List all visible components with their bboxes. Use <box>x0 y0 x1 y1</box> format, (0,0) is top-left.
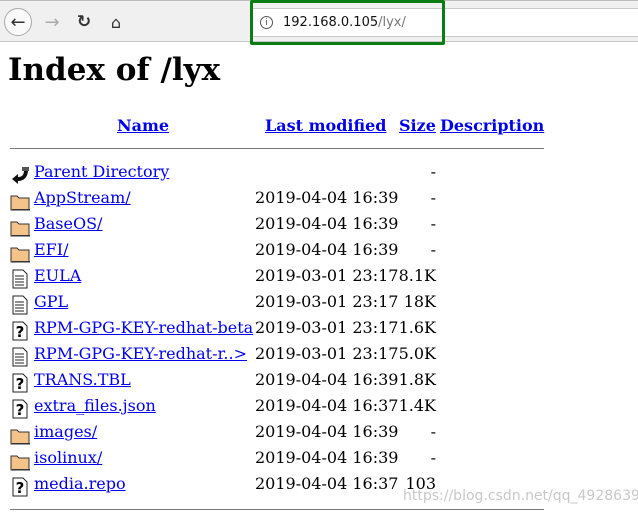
table-row: isolinux/ 2019-04-04 16:39 - <box>0 448 638 472</box>
url-path: /lyx/ <box>378 15 406 30</box>
table-row: GPL 2019-03-01 23:17 18K <box>0 292 638 316</box>
svg-text:?: ? <box>16 375 25 393</box>
address-bar[interactable]: i 192.168.0.105/lyx/ <box>252 8 638 37</box>
table-row: ? RPM-GPG-KEY-redhat-beta 2019-03-01 23:… <box>0 318 638 342</box>
last-modified: 2019-04-04 16:37 <box>255 396 399 415</box>
file-link[interactable]: BaseOS/ <box>34 214 102 233</box>
reload-button[interactable]: ↻ <box>70 8 98 36</box>
file-size: 18K <box>403 292 436 311</box>
file-link[interactable]: TRANS.TBL <box>34 370 131 389</box>
last-modified: 2019-04-04 16:39 <box>255 422 399 441</box>
url-host: 192.168.0.105 <box>283 15 379 30</box>
last-modified: 2019-04-04 16:39 <box>255 188 399 207</box>
unknown-icon: ? <box>10 373 30 393</box>
unknown-icon: ? <box>10 477 30 497</box>
file-link[interactable]: isolinux/ <box>34 448 102 467</box>
file-link[interactable]: EFI/ <box>34 240 69 259</box>
file-link[interactable]: EULA <box>34 266 81 285</box>
info-icon[interactable]: i <box>260 16 273 29</box>
file-link[interactable]: RPM-GPG-KEY-redhat-r..> <box>34 344 247 363</box>
divider <box>10 509 544 510</box>
file-link[interactable]: images/ <box>34 422 97 441</box>
sort-by-description[interactable]: Description <box>440 116 544 135</box>
file-size: - <box>430 162 436 181</box>
file-link[interactable]: extra_files.json <box>34 396 156 415</box>
file-link[interactable]: RPM-GPG-KEY-redhat-beta <box>34 318 253 337</box>
table-row: RPM-GPG-KEY-redhat-r..> 2019-03-01 23:17… <box>0 344 638 368</box>
file-size: 8.1K <box>398 266 436 285</box>
unknown-icon: ? <box>10 321 30 341</box>
last-modified: 2019-03-01 23:17 <box>255 318 399 337</box>
file-link[interactable]: Parent Directory <box>34 162 169 181</box>
table-row: ? extra_files.json 2019-04-04 16:37 1.4K <box>0 396 638 420</box>
last-modified: 2019-04-04 16:37 <box>255 474 399 493</box>
file-size: 1.6K <box>398 318 436 337</box>
svg-text:?: ? <box>16 401 25 419</box>
divider <box>10 148 544 149</box>
back-button[interactable]: ← <box>4 8 32 36</box>
browser-toolbar: ← → ↻ ⌂ i 192.168.0.105/lyx/ <box>0 0 638 42</box>
file-size: 1.4K <box>398 396 436 415</box>
text-icon <box>10 269 30 289</box>
last-modified: 2019-04-04 16:39 <box>255 448 399 467</box>
file-size: - <box>430 240 436 259</box>
table-row: images/ 2019-04-04 16:39 - <box>0 422 638 446</box>
last-modified: 2019-03-01 23:17 <box>255 266 399 285</box>
folder-icon <box>10 243 30 263</box>
file-link[interactable]: AppStream/ <box>34 188 131 207</box>
text-icon <box>10 295 30 315</box>
folder-icon <box>10 425 30 445</box>
file-size: - <box>430 188 436 207</box>
sort-by-name[interactable]: Name <box>117 116 169 135</box>
file-size: 1.8K <box>398 370 436 389</box>
table-row: ? TRANS.TBL 2019-04-04 16:39 1.8K <box>0 370 638 394</box>
table-row: BaseOS/ 2019-04-04 16:39 - <box>0 214 638 238</box>
sort-by-size[interactable]: Size <box>399 116 436 135</box>
last-modified: 2019-03-01 23:17 <box>255 292 399 311</box>
last-modified: 2019-04-04 16:39 <box>255 240 399 259</box>
svg-text:?: ? <box>16 323 25 341</box>
text-icon <box>10 347 30 367</box>
file-size: - <box>430 422 436 441</box>
folder-icon <box>10 191 30 211</box>
file-link[interactable]: media.repo <box>34 474 126 493</box>
folder-icon <box>10 217 30 237</box>
sort-by-modified[interactable]: Last modified <box>265 116 386 135</box>
file-link[interactable]: GPL <box>34 292 68 311</box>
last-modified: 2019-04-04 16:39 <box>255 370 399 389</box>
file-size: 5.0K <box>398 344 436 363</box>
page-title: Index of /lyx <box>8 52 221 88</box>
file-size: - <box>430 448 436 467</box>
file-size: - <box>430 214 436 233</box>
folder-icon <box>10 451 30 471</box>
last-modified: 2019-04-04 16:39 <box>255 214 399 233</box>
table-row: EFI/ 2019-04-04 16:39 - <box>0 240 638 264</box>
home-button[interactable]: ⌂ <box>102 8 130 36</box>
table-row: EULA 2019-03-01 23:17 8.1K <box>0 266 638 290</box>
table-header: Name Last modified Size Description <box>0 116 638 140</box>
table-row: AppStream/ 2019-04-04 16:39 - <box>0 188 638 212</box>
last-modified: 2019-03-01 23:17 <box>255 344 399 363</box>
back-icon <box>10 165 30 185</box>
svg-text:?: ? <box>16 479 25 497</box>
watermark: https://blog.csdn.net/qq_49286390 <box>403 488 638 504</box>
forward-button[interactable]: → <box>38 8 66 36</box>
unknown-icon: ? <box>10 399 30 419</box>
table-row: Parent Directory - <box>0 162 638 186</box>
